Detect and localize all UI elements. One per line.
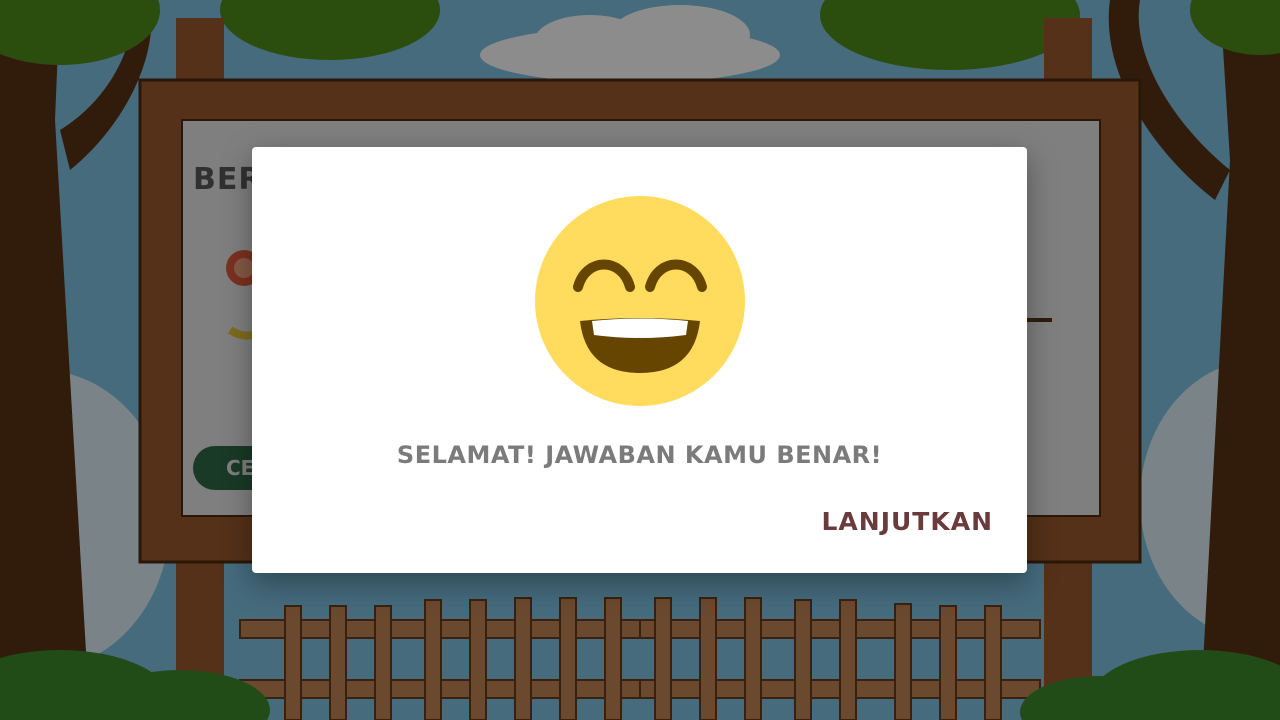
continue-button[interactable]: LANJUTKAN: [822, 507, 994, 536]
result-dialog: SELAMAT! JAWABAN KAMU BENAR! LANJUTKAN: [252, 147, 1027, 573]
result-message: SELAMAT! JAWABAN KAMU BENAR!: [396, 441, 883, 469]
grinning-face-with-smiling-eyes-icon: [535, 196, 745, 406]
